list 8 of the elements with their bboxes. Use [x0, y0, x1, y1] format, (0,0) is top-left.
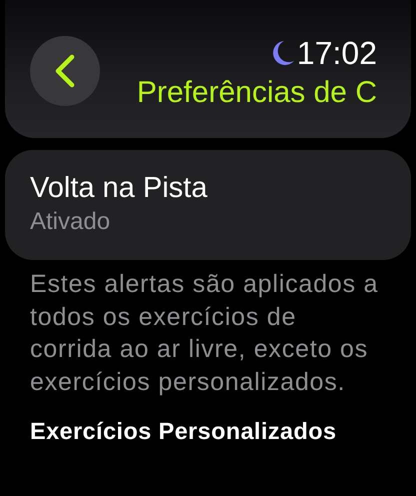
setting-title: Volta na Pista: [30, 171, 208, 206]
section-heading: Exercícios Personalizados: [29, 418, 338, 445]
back-icon: [54, 54, 76, 88]
clock-time: 17:02: [296, 36, 377, 70]
description-text: Estes alertas são aplicados a todos os exercícios de corrida ao ar livre, exceto os exercícios personalizados.: [29, 269, 380, 398]
setting-value: Ativado: [30, 207, 112, 237]
screen-title: Preferências de C: [136, 76, 377, 110]
setting-card[interactable]: Volta na Pista Ativado: [5, 150, 411, 260]
